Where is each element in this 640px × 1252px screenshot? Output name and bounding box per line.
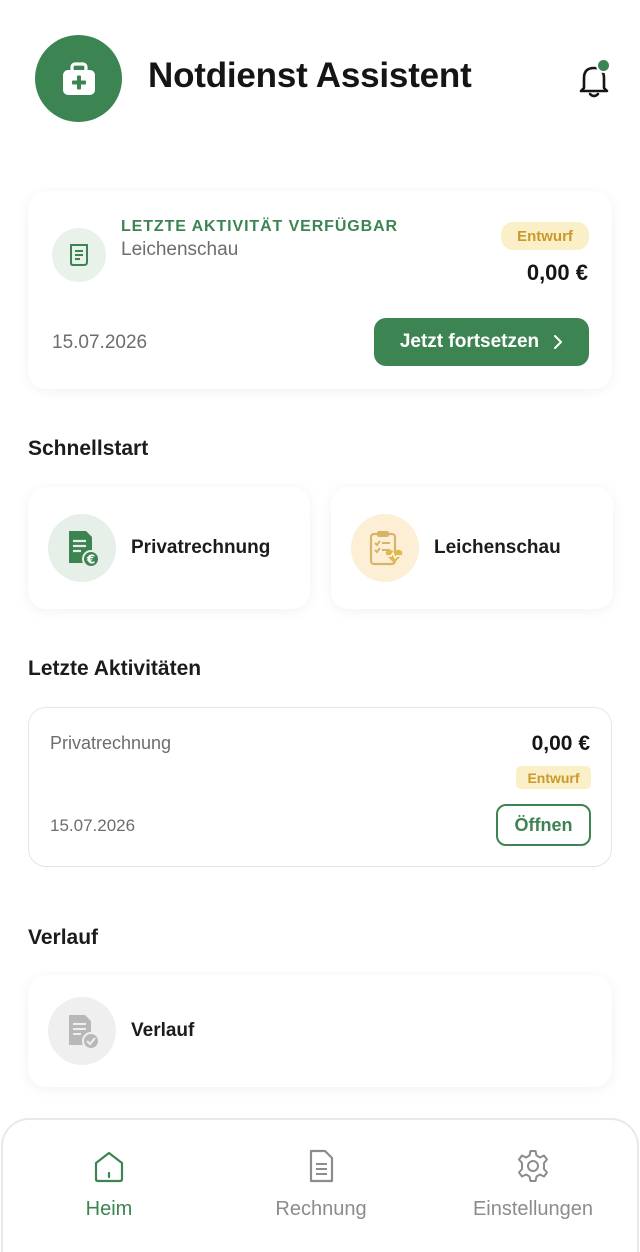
last-activity-date: 15.07.2026	[52, 332, 148, 353]
app-header: Notdienst Assistent	[0, 0, 640, 160]
history-document-icon	[69, 1015, 100, 1050]
recent-activity-amount: 0,00 €	[531, 732, 590, 755]
quickstart-icon-circle: €	[48, 514, 116, 582]
history-label: Verlauf	[131, 1020, 195, 1041]
recent-activities-title: Letzte Aktivitäten	[28, 657, 202, 680]
quickstart-item-leichenschau[interactable]: Leichenschau	[331, 487, 613, 609]
document-icon	[309, 1149, 334, 1183]
recent-activity-type: Privatrechnung	[50, 733, 172, 753]
continue-button[interactable]: Jetzt fortsetzen	[374, 318, 589, 366]
quickstart-title: Schnellstart	[28, 437, 149, 460]
medical-kit-icon	[62, 61, 95, 95]
last-activity-type: Leichenschau	[121, 239, 239, 260]
quickstart-item-label: Privatrechnung	[131, 537, 271, 558]
gear-icon	[518, 1150, 548, 1182]
chevron-right-icon	[554, 335, 563, 349]
continue-button-label: Jetzt fortsetzen	[399, 331, 540, 352]
history-title: Verlauf	[28, 926, 99, 949]
status-badge: Entwurf	[501, 222, 589, 250]
quickstart-icon-circle	[351, 514, 419, 582]
bottom-nav: Heim Rechnung Einstellungen	[1, 1118, 639, 1252]
page-title: Notdienst Assistent	[148, 56, 472, 95]
recent-activity-date: 15.07.2026	[50, 816, 136, 835]
history-item[interactable]: Verlauf	[28, 975, 612, 1087]
notification-dot	[596, 58, 611, 73]
recent-activity-item: Privatrechnung 0,00 € Entwurf 15.07.2026…	[28, 707, 612, 867]
open-button[interactable]: Öffnen	[496, 804, 591, 846]
last-activity-card: LETZTE AKTIVITÄT VERFÜGBAR Leichenschau …	[28, 191, 612, 389]
quickstart-item-label: Leichenschau	[434, 537, 561, 558]
invoice-euro-icon: €	[69, 531, 100, 568]
quickstart-item-privatrechnung[interactable]: € Privatrechnung	[28, 487, 310, 609]
clipboard-heart-icon	[369, 531, 403, 566]
nav-label-rechnung: Rechnung	[275, 1198, 367, 1220]
app-logo	[35, 35, 122, 122]
nav-item-settings[interactable]: Einstellungen	[427, 1120, 639, 1252]
nav-item-rechnung[interactable]: Rechnung	[215, 1120, 427, 1252]
last-activity-amount: 0,00 €	[526, 260, 588, 285]
svg-text:€: €	[86, 553, 95, 567]
nav-label-home: Heim	[85, 1198, 133, 1220]
receipt-icon	[70, 244, 88, 266]
status-badge: Entwurf	[516, 766, 591, 789]
nav-label-settings: Einstellungen	[472, 1198, 594, 1220]
history-icon-circle	[48, 997, 116, 1065]
nav-item-home[interactable]: Heim	[3, 1120, 215, 1252]
home-icon	[94, 1151, 124, 1183]
last-activity-kicker: LETZTE AKTIVITÄT VERFÜGBAR	[121, 218, 399, 235]
last-activity-icon-circle	[52, 228, 106, 282]
